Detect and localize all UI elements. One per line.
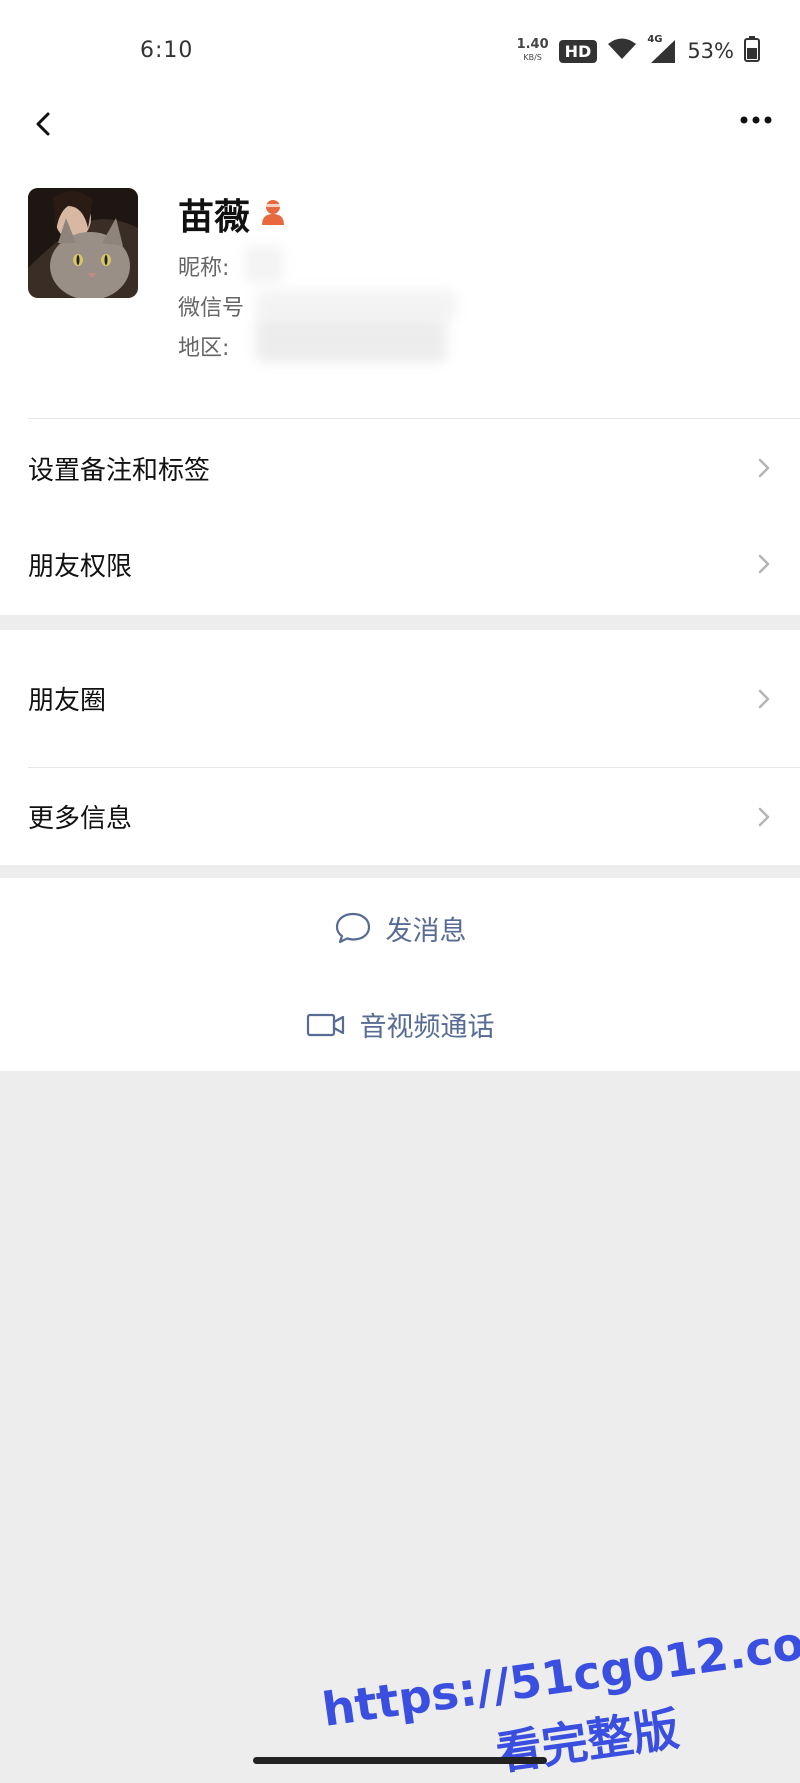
back-button[interactable] (20, 102, 64, 146)
region-label: 地区: (178, 336, 230, 361)
menu-item-label: 朋友权限 (28, 551, 133, 582)
battery-icon (744, 36, 760, 66)
video-call-button[interactable]: 音视频通话 (0, 978, 800, 1071)
wechat-id-redacted (256, 290, 456, 320)
send-message-label: 发消息 (385, 915, 467, 947)
status-indicators: 1.40 KB/S HD 4G 53% (517, 34, 760, 66)
menu-item-label: 更多信息 (28, 804, 133, 834)
contact-name-text: 苗薇 (178, 197, 251, 238)
home-indicator[interactable] (253, 1757, 547, 1764)
menu-item-friend-permissions[interactable]: 朋友权限 (0, 516, 800, 612)
battery-percent: 53% (687, 39, 734, 63)
status-bar: 6:10 1.40 KB/S HD 4G 53% (0, 0, 800, 100)
nickname-redacted (245, 246, 283, 282)
chat-bubble-icon (335, 912, 370, 944)
contact-name: 苗薇 (178, 188, 286, 240)
menu-item-more-info[interactable]: 更多信息 (0, 768, 800, 865)
network-speed: 1.40 KB/S (517, 38, 549, 64)
profile-header: 苗薇 昵称: 微信号 地区: (0, 170, 800, 420)
chevron-right-icon (758, 689, 770, 708)
menu-item-label: 朋友圈 (28, 686, 107, 716)
cellular-signal-icon: 4G (647, 34, 677, 64)
status-time: 6:10 (140, 38, 194, 63)
female-gender-icon (260, 194, 286, 235)
avatar[interactable] (28, 188, 138, 298)
hd-badge: HD (558, 39, 598, 63)
more-options-button[interactable] (732, 102, 780, 146)
more-dots-icon (740, 116, 772, 124)
video-camera-icon (306, 1013, 344, 1036)
chevron-right-icon (758, 554, 770, 574)
menu-item-moments[interactable]: 朋友圈 (0, 630, 800, 767)
chevron-left-icon (36, 112, 50, 136)
divider (28, 418, 800, 419)
chevron-right-icon (758, 458, 770, 478)
wechat-id-label: 微信号 (178, 296, 245, 321)
nav-bar (0, 100, 800, 172)
menu-item-label: 设置备注和标签 (28, 455, 211, 486)
network-speed-value: 1.40 (516, 37, 549, 52)
send-message-button[interactable]: 发消息 (0, 878, 800, 978)
menu-item-remarks-tags[interactable]: 设置备注和标签 (0, 420, 800, 516)
chevron-right-icon (758, 807, 770, 826)
region-redacted (256, 318, 446, 362)
nickname-label: 昵称: (178, 256, 230, 281)
video-call-label: 音视频通话 (359, 1012, 495, 1043)
network-speed-unit: KB/S (523, 53, 542, 62)
wifi-icon (607, 37, 637, 65)
